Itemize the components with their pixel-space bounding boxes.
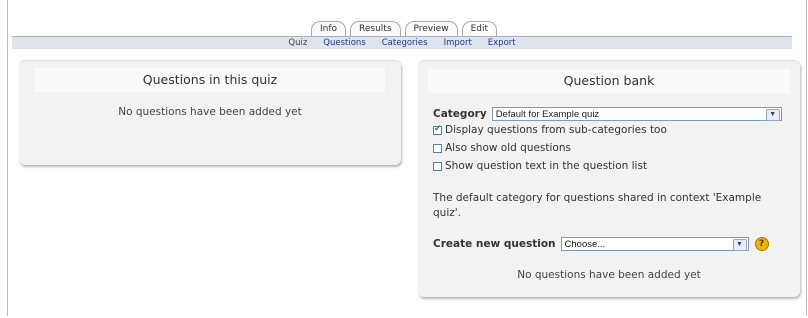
subnav-categories-link[interactable]: Categories — [382, 37, 428, 49]
tab-bar: Info Results Preview Edit — [0, 21, 808, 36]
questions-in-quiz-panel: Questions in this quiz No questions have… — [19, 60, 401, 165]
subnav-import-link[interactable]: Import — [444, 37, 472, 49]
category-label: Category — [433, 108, 487, 120]
create-question-value: Choose... — [564, 239, 606, 250]
question-bank-panel: Question bank Category Default for Examp… — [418, 60, 800, 297]
context-description: The default category for questions share… — [433, 192, 762, 219]
chevron-down-icon[interactable]: ▼ — [732, 239, 747, 251]
bank-empty-message: No questions have been added yet — [517, 269, 701, 281]
create-question-row: Create new question Choose... ▼ ? — [433, 237, 769, 251]
category-selected-value: Default for Example quiz — [495, 109, 600, 120]
old-questions-checkbox[interactable] — [433, 143, 442, 153]
chevron-down-icon[interactable]: ▼ — [765, 109, 780, 121]
help-icon[interactable]: ? — [754, 237, 769, 251]
tab-info[interactable]: Info — [310, 21, 347, 36]
question-bank-title: Question bank — [428, 69, 790, 93]
subcategories-checkbox[interactable] — [433, 124, 442, 135]
checkbox-row-question-text: Show question text in the question list — [433, 160, 647, 172]
question-text-label: Show question text in the question list — [445, 160, 648, 172]
tab-preview[interactable]: Preview — [404, 21, 458, 36]
subcategories-label: Display questions from sub-categories to… — [445, 124, 667, 136]
sub-navigation: Quiz Questions Categories Import Export — [12, 36, 792, 49]
subnav-quiz: Quiz — [288, 38, 308, 48]
tab-results[interactable]: Results — [350, 21, 401, 36]
tab-edit[interactable]: Edit — [461, 21, 498, 36]
checkbox-row-subcategories: Display questions from sub-categories to… — [433, 124, 667, 136]
category-select[interactable]: Default for Example quiz ▼ — [491, 107, 782, 121]
create-question-label: Create new question — [433, 238, 556, 250]
category-row: Category Default for Example quiz ▼ — [433, 107, 782, 121]
question-text-checkbox[interactable] — [433, 161, 442, 171]
subnav-export-link[interactable]: Export — [488, 37, 516, 49]
checkbox-row-old-questions: Also show old questions — [433, 142, 571, 154]
subnav-questions-link[interactable]: Questions — [323, 37, 365, 49]
old-questions-label: Also show old questions — [445, 142, 571, 154]
quiz-empty-message: No questions have been added yet — [118, 106, 302, 118]
create-question-select[interactable]: Choose... ▼ — [560, 237, 749, 251]
questions-in-quiz-title: Questions in this quiz — [35, 68, 385, 92]
